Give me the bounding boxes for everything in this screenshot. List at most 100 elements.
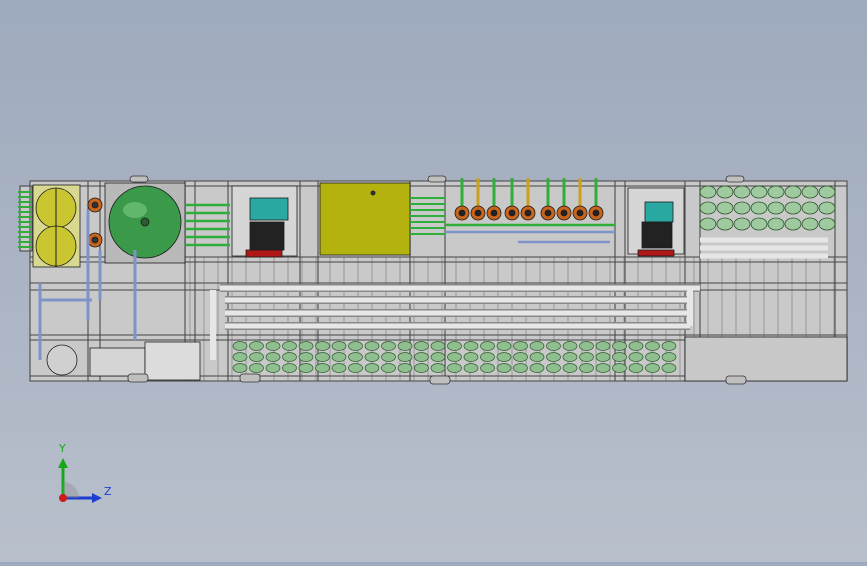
valve-hub-0 [458,209,466,217]
rack-membrane [232,363,248,373]
axis-triad: Y Z [52,438,122,510]
rack-membrane [496,341,512,351]
control-panel [319,182,411,256]
lifting-lug-2 [725,175,745,183]
membrane-end [801,185,819,199]
motor-base-2 [637,249,675,257]
air-tank [46,344,78,376]
membrane-end [801,201,819,215]
pump-1 [249,197,289,221]
rack-membrane [348,341,363,351]
membrane-end [767,201,785,215]
rack-membrane [447,352,462,362]
valve-hub-7 [576,209,584,217]
rack-membrane [348,363,363,373]
membrane-end [784,201,802,215]
cad-viewport[interactable]: Y Z [0,0,867,562]
membrane-end [784,217,802,231]
rack-membrane [430,341,446,351]
rack-membrane [645,363,660,373]
rack-membrane [265,341,281,351]
rack-membrane [546,341,561,351]
rack-membrane [595,363,611,373]
rack-membrane [529,363,545,373]
rack-membrane [595,341,611,351]
rack-membrane [298,363,314,373]
tank-bay-right [684,336,848,382]
valve-hub-6 [560,209,568,217]
rack-membrane [282,363,297,373]
rack-membrane [249,341,264,351]
rack-membrane [232,341,248,351]
rack-membrane [265,352,281,362]
membrane-end [699,201,717,215]
rack-membrane [265,363,281,373]
rack-membrane [447,341,462,351]
rack-membrane [546,363,561,373]
rack-membrane [562,352,578,362]
rack-membrane [463,341,479,351]
rack-membrane [661,341,677,351]
rack-membrane [397,352,413,362]
y-axis-label: Y [59,442,66,455]
rack-membrane [364,352,380,362]
rack-membrane [364,341,380,351]
rack-membrane [562,341,578,351]
z-axis-label: Z [104,485,112,498]
membrane-end [750,185,768,199]
origin-icon [59,494,67,502]
rack-membrane [381,341,396,351]
rack-membrane [529,341,545,351]
motor-2 [641,221,673,249]
rack-membrane [414,352,429,362]
rack-membrane [513,352,528,362]
membrane-end [801,217,819,231]
valve-hub-3 [508,209,516,217]
rack-membrane [331,352,347,362]
rack-membrane [645,341,660,351]
membrane-end [767,217,785,231]
valve-hub-4 [524,209,532,217]
membrane-end [733,217,751,231]
motor-1 [249,221,285,251]
rack-membrane [612,341,627,351]
rack-membrane [513,363,528,373]
pump-2 [644,201,674,223]
lifting-lug-1 [427,175,447,183]
rack-membrane [645,352,660,362]
skid-foot-2 [429,375,451,385]
z-axis-arrowhead [92,493,102,503]
rack-membrane [612,363,627,373]
membrane-end [818,201,836,215]
rack-membrane [249,363,264,373]
membrane-end [716,201,734,215]
skid-foot-1 [239,373,261,383]
rack-membrane [529,352,545,362]
rack-membrane [331,363,347,373]
rack-membrane [496,363,512,373]
rack-membrane [480,341,495,351]
panel-lamp [370,190,376,196]
rack-membrane [249,352,264,362]
rack-membrane [298,352,314,362]
rack-membrane [463,352,479,362]
valve-hub-8 [592,209,600,217]
rack-membrane [430,363,446,373]
membrane-end [818,185,836,199]
membrane-end [716,217,734,231]
rack-membrane [414,363,429,373]
rack-membrane [463,363,479,373]
membrane-end [716,185,734,199]
compressor-box [89,347,146,377]
membrane-end [699,217,717,231]
rack-membrane [628,352,644,362]
membrane-end [818,217,836,231]
rack-membrane [612,352,627,362]
rack-membrane [579,341,594,351]
rack-membrane [282,341,297,351]
valve-hub-2 [490,209,498,217]
tank-highlight [123,202,147,218]
gauge-hub-0 [91,201,99,209]
rack-membrane [595,352,611,362]
skid-assembly-model[interactable] [0,0,867,562]
